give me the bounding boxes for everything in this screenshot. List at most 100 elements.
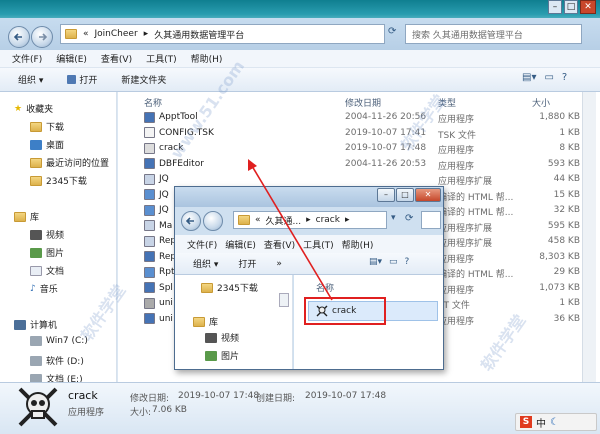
file-row[interactable]: uni [144, 296, 173, 310]
search-input[interactable]: 搜索 久其通用数据管理平台 [405, 24, 582, 44]
file-name: uni [159, 313, 173, 324]
col-name[interactable]: 名称 [144, 96, 162, 109]
drive-icon [30, 355, 42, 366]
dialog-back-button[interactable] [181, 211, 201, 231]
dialog-nav-2345[interactable]: 2345下载 [201, 281, 258, 294]
nav-computer[interactable]: 计算机 [14, 318, 57, 331]
nav-libraries[interactable]: 库 [14, 210, 39, 223]
file-row[interactable]: Rep [144, 234, 176, 248]
minimize-button[interactable]: – [548, 0, 562, 14]
menu-file[interactable]: 文件(F) [12, 52, 42, 65]
document-icon [30, 265, 42, 276]
sogou-icon[interactable]: S [520, 416, 532, 428]
moon-icon[interactable]: ☾ [550, 417, 559, 428]
nav-desktop[interactable]: 桌面 [30, 138, 64, 151]
nav-label: 图片 [221, 352, 240, 362]
file-size: 458 KB [547, 236, 580, 246]
nav-pictures[interactable]: 图片 [30, 246, 64, 259]
ime-mode[interactable]: 中 [536, 415, 546, 430]
dialog-nav-videos[interactable]: 视频 [205, 331, 239, 344]
nav-drive-d[interactable]: 软件 (D:) [30, 354, 84, 367]
file-row[interactable]: JQ [144, 188, 169, 202]
picture-icon [30, 247, 42, 258]
more-button[interactable]: » [276, 259, 282, 269]
file-row[interactable]: Rpt [144, 265, 175, 279]
dialog-breadcrumb-2[interactable]: crack [316, 215, 340, 225]
file-row[interactable]: Rep [144, 250, 176, 264]
dropdown-icon[interactable]: ▾ [391, 213, 396, 223]
dialog-organize-button[interactable]: 组织 ▾ [193, 257, 218, 270]
menu-tools[interactable]: 工具(T) [146, 52, 177, 65]
skull-icon [144, 142, 155, 154]
nav-documents[interactable]: 文档 [30, 264, 64, 277]
file-row[interactable]: Spl [144, 281, 173, 295]
dll-file-icon [144, 235, 155, 247]
scrollbar[interactable] [582, 92, 596, 382]
dialog-col-name[interactable]: 名称 [316, 281, 334, 294]
dialog-menu-edit[interactable]: 编辑(E) [225, 238, 256, 251]
help-icon[interactable]: ? [405, 257, 410, 267]
nav-downloads[interactable]: 下载 [30, 120, 64, 133]
app-file-icon [144, 111, 155, 123]
nav-music[interactable]: ♪ 音乐 [30, 282, 58, 296]
dialog-refresh-icon[interactable]: ⟳ [405, 213, 413, 224]
col-size[interactable]: 大小 [532, 96, 550, 109]
dialog-nav-scrollbar[interactable] [279, 293, 289, 307]
file-row[interactable]: Ma [144, 219, 172, 233]
dialog-maximize-button[interactable]: □ [396, 188, 414, 202]
preview-pane-icon[interactable]: ▭ [544, 72, 553, 83]
dialog-menu-file[interactable]: 文件(F) [187, 238, 217, 251]
dialog-menu-help[interactable]: 帮助(H) [342, 238, 374, 251]
open-button[interactable]: 打开 [67, 73, 97, 86]
dialog-search-input[interactable] [421, 211, 441, 229]
forward-button[interactable] [31, 26, 53, 48]
dialog-nav-libraries[interactable]: 库 [193, 315, 218, 328]
help-icon[interactable]: ? [562, 72, 567, 83]
dialog-menu-tools[interactable]: 工具(T) [303, 238, 334, 251]
file-row[interactable]: JQ [144, 203, 169, 217]
back-button[interactable] [8, 26, 30, 48]
breadcrumb-current[interactable]: 久其通用数据管理平台 [154, 28, 244, 41]
menu-help[interactable]: 帮助(H) [191, 52, 223, 65]
menu-edit[interactable]: 编辑(E) [56, 52, 87, 65]
file-type: 应用程序扩展 [438, 239, 493, 249]
col-modified[interactable]: 修改日期 [345, 96, 381, 109]
address-bar[interactable]: « JoinCheer ▸ 久其通用数据管理平台 [60, 24, 385, 44]
close-button[interactable]: ✕ [580, 0, 596, 14]
file-row[interactable]: DBFEditor [144, 157, 204, 171]
new-folder-button[interactable]: 新建文件夹 [121, 73, 166, 86]
nav-videos[interactable]: 视频 [30, 228, 64, 241]
menu-view[interactable]: 查看(V) [101, 52, 132, 65]
dialog-close-button[interactable]: ✕ [415, 188, 441, 202]
file-type: 应用程序 [438, 146, 475, 156]
dialog-nav-pictures[interactable]: 图片 [205, 349, 239, 362]
file-type: 编译的 HTML 帮... [438, 270, 514, 280]
file-size: 593 KB [547, 158, 580, 169]
nav-2345[interactable]: 2345下载 [30, 174, 87, 187]
view-options-icon[interactable]: ▤▾ [369, 257, 382, 267]
file-size: 1 KB [559, 298, 580, 308]
nav-recent[interactable]: 最近访问的位置 [30, 156, 109, 169]
dialog-breadcrumb-1[interactable]: 久其通... [266, 214, 302, 227]
view-options-icon[interactable]: ▤▾ [522, 72, 536, 83]
organize-button[interactable]: 组织 ▾ [18, 73, 43, 86]
back-arrow-icon [13, 33, 22, 41]
nav-drive-c[interactable]: Win7 (C:) [30, 336, 88, 346]
breadcrumb-root[interactable]: JoinCheer [95, 29, 138, 39]
video-icon [205, 332, 217, 343]
chm-file-icon [144, 204, 155, 216]
dialog-menu-view[interactable]: 查看(V) [264, 238, 295, 251]
nav-favorites[interactable]: ★ 收藏夹 [14, 102, 53, 116]
nav-label: 视频 [221, 334, 240, 344]
preview-pane-icon[interactable]: ▭ [389, 257, 398, 267]
file-type: 编译的 HTML 帮... [438, 192, 514, 203]
refresh-icon[interactable]: ⟳ [388, 26, 402, 42]
file-row[interactable]: uni [144, 312, 173, 326]
file-row[interactable]: JQ [144, 172, 169, 186]
dialog-minimize-button[interactable]: – [377, 188, 395, 202]
dialog-forward-button[interactable] [203, 211, 223, 231]
dialog-open-button[interactable]: 打开 [238, 257, 256, 270]
star-icon: ★ [14, 103, 23, 114]
dialog-address-bar[interactable]: « 久其通... ▸ crack ▸ [233, 211, 387, 229]
maximize-button[interactable]: □ [564, 0, 578, 14]
